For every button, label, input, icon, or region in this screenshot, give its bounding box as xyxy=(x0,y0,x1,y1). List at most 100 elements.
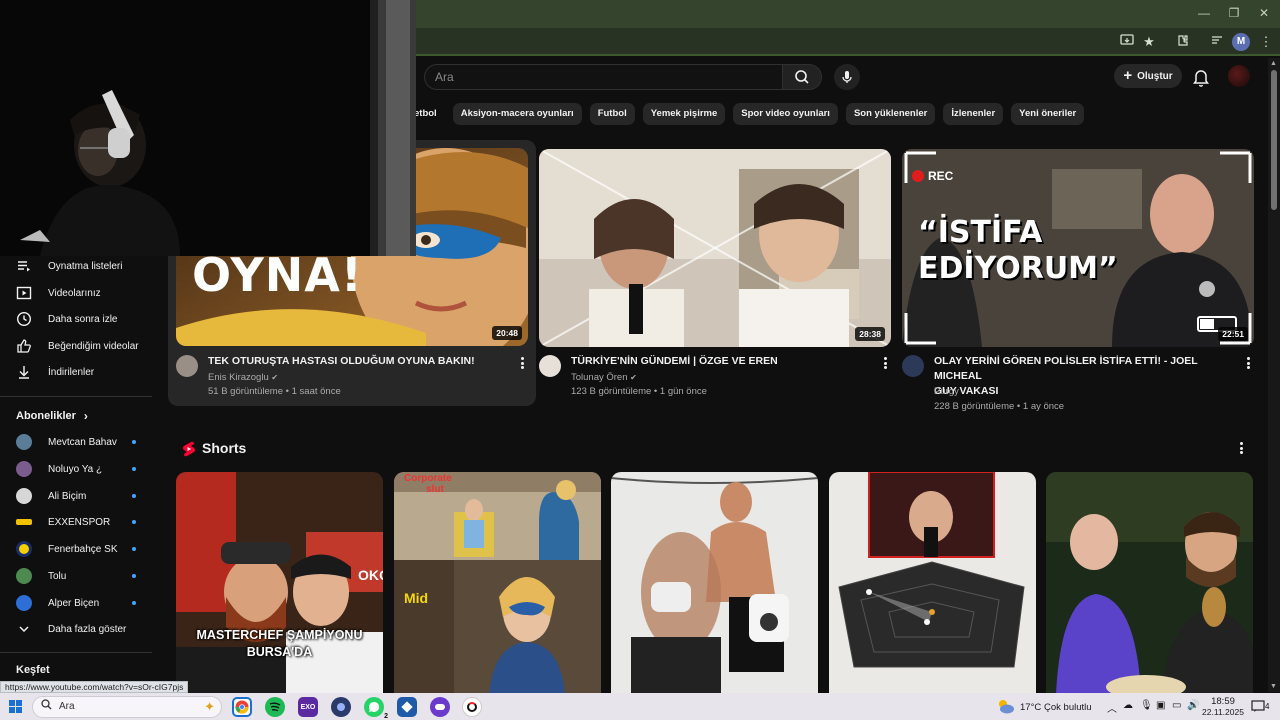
short-thumbnail[interactable] xyxy=(829,472,1036,694)
short-thumbnail[interactable]: Corporate slut Mid xyxy=(394,472,601,694)
view-count: 123 B görüntüleme xyxy=(571,386,652,397)
search-field[interactable] xyxy=(424,64,782,90)
upload-age: 1 gün önce xyxy=(659,386,707,397)
notification-icon[interactable] xyxy=(1251,699,1265,713)
sidebar-item-label: İndirilenler xyxy=(48,366,95,378)
voice-search-button[interactable] xyxy=(834,64,860,90)
sidebar-subscription[interactable]: Alper Biçen xyxy=(16,592,156,614)
scrollbar-thumb[interactable] xyxy=(1271,70,1277,210)
more-actions-icon[interactable] xyxy=(1243,355,1253,371)
verified-icon: ✔ xyxy=(630,373,637,382)
short-thumbnail[interactable]: OKO MASTERCHEF ŞAMPİYONU BURSA'DA xyxy=(176,472,383,694)
subscription-name: Noluyo Ya ¿ xyxy=(48,463,103,475)
weather-desc[interactable]: Çok bulutlu xyxy=(1044,702,1092,713)
microphone-icon xyxy=(842,71,852,83)
sidebar-item-liked-videos[interactable]: Beğendiğim videolar xyxy=(16,335,156,357)
channel-avatar[interactable] xyxy=(539,355,561,377)
playlist-icon xyxy=(16,258,32,274)
address-bar[interactable] xyxy=(420,32,1100,52)
video-title[interactable]: TÜRKİYE'NİN GÜNDEMİ | ÖZGE VE EREN xyxy=(571,354,871,369)
new-content-dot xyxy=(132,440,136,444)
channel-avatar xyxy=(16,519,32,525)
scroll-down-arrow[interactable]: ▼ xyxy=(1270,683,1277,690)
video-title[interactable]: TEK OTURUŞTA HASTASI OLDUĞUM OYUNA BAKIN… xyxy=(208,354,508,369)
chip[interactable]: Yeni öneriler xyxy=(1011,103,1085,125)
chip[interactable]: Aksiyon-macera oyunları xyxy=(452,103,582,125)
create-button[interactable]: + Oluştur xyxy=(1114,64,1182,88)
sidebar-subscription[interactable]: Fenerbahçe SK xyxy=(16,538,156,560)
reading-list-icon[interactable] xyxy=(1208,33,1226,51)
sidebar-subscription[interactable]: EXXENSPOR xyxy=(16,511,156,533)
weather-temp[interactable]: 17°C xyxy=(1020,702,1041,713)
more-actions-icon[interactable] xyxy=(880,355,890,371)
taskbar-search[interactable]: Ara ✦ xyxy=(32,696,222,718)
volume-icon[interactable]: 🔊 xyxy=(1187,700,1199,711)
install-app-icon[interactable] xyxy=(1118,33,1136,51)
sidebar-item-your-videos[interactable]: Videolarınız xyxy=(16,282,156,304)
profile-avatar[interactable]: M xyxy=(1232,33,1250,51)
upload-age: 1 saat önce xyxy=(291,386,341,397)
chip[interactable]: Son yüklenenler xyxy=(845,103,936,125)
short-thumbnail[interactable] xyxy=(611,472,818,694)
app-taskbar-icon[interactable] xyxy=(397,697,417,717)
extensions-icon[interactable] xyxy=(1174,33,1192,51)
channel-avatar[interactable] xyxy=(902,355,924,377)
app-taskbar-icon[interactable] xyxy=(331,697,351,717)
sidebar-subscription[interactable]: Noluyo Ya ¿ xyxy=(16,458,156,480)
subscriptions-heading[interactable]: Abonelikler › xyxy=(16,409,88,423)
bookmark-star-icon[interactable]: ★ xyxy=(1140,33,1158,51)
clock-date[interactable]: 22.11.2025 xyxy=(1201,707,1245,717)
chip[interactable]: Yemek pişirme xyxy=(642,103,726,125)
subscription-name: EXXENSPOR xyxy=(48,516,111,528)
windows-start-icon[interactable] xyxy=(9,700,22,713)
new-content-dot xyxy=(132,467,136,471)
microphone-icon[interactable]: 🎙 xyxy=(1140,700,1153,711)
video-thumbnail[interactable]: 28:38 xyxy=(539,149,891,347)
discord-taskbar-icon[interactable] xyxy=(430,697,450,717)
short-thumbnail[interactable] xyxy=(1046,472,1253,694)
more-actions-icon[interactable] xyxy=(517,355,527,371)
sidebar-divider xyxy=(0,396,152,397)
minimize-button[interactable]: — xyxy=(1192,6,1216,20)
channel-name[interactable]: Enis Kirazoglu ✔ xyxy=(208,372,278,383)
page-scrollbar[interactable]: ▲ ▼ xyxy=(1268,58,1280,692)
show-more-label: Daha fazla göster xyxy=(48,623,127,635)
search-button[interactable] xyxy=(782,64,822,90)
chip[interactable]: Spor video oyunları xyxy=(733,103,838,125)
channel-name[interactable]: Purgy xyxy=(934,386,959,397)
show-more-button[interactable]: Daha fazla göster xyxy=(16,618,156,640)
chip[interactable]: Futbol xyxy=(589,103,635,125)
sidebar-item-watch-later[interactable]: Daha sonra izle xyxy=(16,308,156,330)
sidebar-item-playlists[interactable]: Oynatma listeleri xyxy=(16,255,156,277)
channel-name[interactable]: Tolunay Ören ✔ xyxy=(571,372,637,383)
scroll-up-arrow[interactable]: ▲ xyxy=(1270,60,1277,67)
clock-time[interactable]: 18:59 xyxy=(1205,696,1241,707)
sidebar-subscription[interactable]: Mevtcan Bahav xyxy=(16,431,156,453)
channel-avatar[interactable] xyxy=(176,355,198,377)
search-input[interactable] xyxy=(425,65,782,89)
notifications-button[interactable] xyxy=(1190,66,1212,88)
whatsapp-taskbar-icon[interactable]: 2 xyxy=(364,697,389,720)
close-button[interactable]: ✕ xyxy=(1252,6,1276,20)
sidebar-subscription[interactable]: Ali Biçim xyxy=(16,485,156,507)
tray-expand-icon[interactable]: ︿ xyxy=(1107,700,1117,715)
app-taskbar-icon[interactable] xyxy=(462,697,482,717)
spotify-taskbar-icon[interactable] xyxy=(265,697,285,717)
video-title[interactable]: OLAY YERİNİ GÖREN POLİSLER İSTİFA ETTİ! … xyxy=(934,354,1234,399)
screen-icon[interactable]: ▣ xyxy=(1156,700,1165,711)
exo-taskbar-icon[interactable]: EXO xyxy=(298,697,318,717)
restore-button[interactable]: ❐ xyxy=(1222,6,1246,20)
network-icon[interactable]: ▭ xyxy=(1172,700,1181,711)
cloud-icon[interactable]: ☁ xyxy=(1123,700,1133,711)
sidebar-item-downloads[interactable]: İndirilenler xyxy=(16,361,156,383)
sidebar-subscription[interactable]: Tolu xyxy=(16,565,156,587)
like-icon xyxy=(16,338,32,354)
chip[interactable]: İzlenenler xyxy=(943,103,1004,125)
account-avatar[interactable] xyxy=(1228,65,1250,87)
browser-menu-icon[interactable]: ⋮ xyxy=(1257,33,1275,51)
channel-avatar xyxy=(16,461,32,477)
video-duration: 22:51 xyxy=(1218,327,1248,341)
chrome-taskbar-icon[interactable] xyxy=(232,697,252,717)
video-thumbnail[interactable]: REC “İSTİFA EDİYORUM” 22:51 xyxy=(902,149,1254,347)
shorts-more-icon[interactable] xyxy=(1236,440,1246,456)
